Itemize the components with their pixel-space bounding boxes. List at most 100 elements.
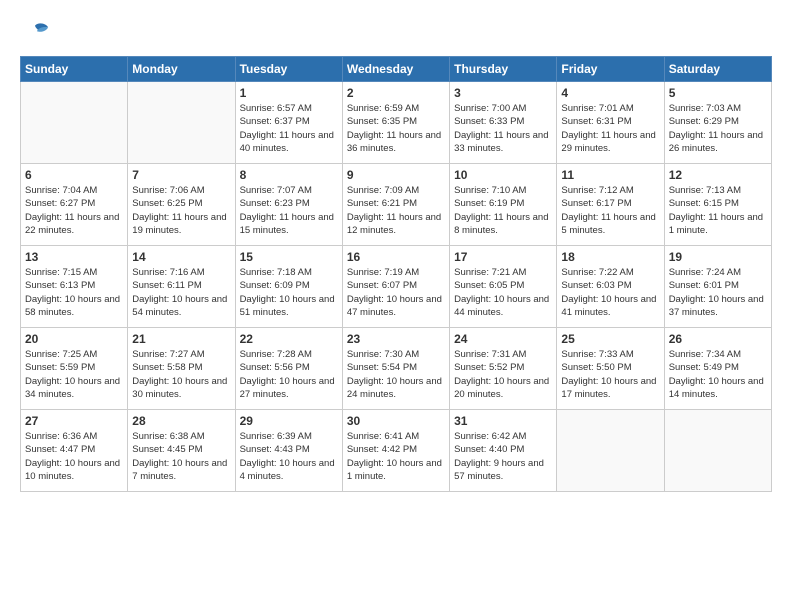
logo [20, 18, 50, 46]
calendar-cell [128, 82, 235, 164]
day-number: 5 [669, 86, 767, 100]
weekday-header-tuesday: Tuesday [235, 57, 342, 82]
day-number: 16 [347, 250, 445, 264]
calendar-cell: 7 Sunrise: 7:06 AM Sunset: 6:25 PM Daylig… [128, 164, 235, 246]
day-info: Sunrise: 7:09 AM Sunset: 6:21 PM Dayligh… [347, 184, 445, 237]
day-info: Sunrise: 6:39 AM Sunset: 4:43 PM Dayligh… [240, 430, 338, 483]
calendar-cell [21, 82, 128, 164]
day-info: Sunrise: 7:07 AM Sunset: 6:23 PM Dayligh… [240, 184, 338, 237]
calendar-cell: 9 Sunrise: 7:09 AM Sunset: 6:21 PM Daylig… [342, 164, 449, 246]
calendar-cell: 16 Sunrise: 7:19 AM Sunset: 6:07 PM Dayli… [342, 246, 449, 328]
calendar-table: SundayMondayTuesdayWednesdayThursdayFrid… [20, 56, 772, 492]
day-info: Sunrise: 7:33 AM Sunset: 5:50 PM Dayligh… [561, 348, 659, 401]
day-info: Sunrise: 7:18 AM Sunset: 6:09 PM Dayligh… [240, 266, 338, 319]
day-info: Sunrise: 6:59 AM Sunset: 6:35 PM Dayligh… [347, 102, 445, 155]
day-info: Sunrise: 7:24 AM Sunset: 6:01 PM Dayligh… [669, 266, 767, 319]
day-number: 30 [347, 414, 445, 428]
weekday-header-saturday: Saturday [664, 57, 771, 82]
day-number: 9 [347, 168, 445, 182]
calendar-cell: 22Sunrise: 7:28 AM Sunset: 5:56 PM Dayli… [235, 328, 342, 410]
calendar-week-2: 6 Sunrise: 7:04 AM Sunset: 6:27 PM Daylig… [21, 164, 772, 246]
calendar-cell: 24 Sunrise: 7:31 AM Sunset: 5:52 PM Dayli… [450, 328, 557, 410]
day-number: 25 [561, 332, 659, 346]
day-number: 28 [132, 414, 230, 428]
day-number: 21 [132, 332, 230, 346]
day-number: 24 [454, 332, 552, 346]
day-info: Sunrise: 7:25 AM Sunset: 5:59 PM Dayligh… [25, 348, 123, 401]
day-info: Sunrise: 7:19 AM Sunset: 6:07 PM Dayligh… [347, 266, 445, 319]
day-info: Sunrise: 7:30 AM Sunset: 5:54 PM Dayligh… [347, 348, 445, 401]
calendar-week-4: 20Sunrise: 7:25 AM Sunset: 5:59 PM Dayli… [21, 328, 772, 410]
day-number: 10 [454, 168, 552, 182]
day-number: 4 [561, 86, 659, 100]
calendar-cell: 29 Sunrise: 6:39 AM Sunset: 4:43 PM Dayli… [235, 410, 342, 492]
page: SundayMondayTuesdayWednesdayThursdayFrid… [0, 0, 792, 612]
calendar-cell: 23 Sunrise: 7:30 AM Sunset: 5:54 PM Dayli… [342, 328, 449, 410]
day-info: Sunrise: 6:41 AM Sunset: 4:42 PM Dayligh… [347, 430, 445, 483]
day-number: 19 [669, 250, 767, 264]
calendar-cell: 27Sunrise: 6:36 AM Sunset: 4:47 PM Dayli… [21, 410, 128, 492]
day-number: 3 [454, 86, 552, 100]
day-info: Sunrise: 6:38 AM Sunset: 4:45 PM Dayligh… [132, 430, 230, 483]
calendar-cell: 25 Sunrise: 7:33 AM Sunset: 5:50 PM Dayli… [557, 328, 664, 410]
day-number: 18 [561, 250, 659, 264]
weekday-header-friday: Friday [557, 57, 664, 82]
calendar-cell: 31Sunrise: 6:42 AM Sunset: 4:40 PM Dayli… [450, 410, 557, 492]
day-info: Sunrise: 7:21 AM Sunset: 6:05 PM Dayligh… [454, 266, 552, 319]
calendar-cell: 26 Sunrise: 7:34 AM Sunset: 5:49 PM Dayli… [664, 328, 771, 410]
day-info: Sunrise: 7:03 AM Sunset: 6:29 PM Dayligh… [669, 102, 767, 155]
day-info: Sunrise: 7:06 AM Sunset: 6:25 PM Dayligh… [132, 184, 230, 237]
day-number: 17 [454, 250, 552, 264]
day-info: Sunrise: 7:10 AM Sunset: 6:19 PM Dayligh… [454, 184, 552, 237]
day-info: Sunrise: 7:16 AM Sunset: 6:11 PM Dayligh… [132, 266, 230, 319]
day-number: 2 [347, 86, 445, 100]
calendar-week-3: 13Sunrise: 7:15 AM Sunset: 6:13 PM Dayli… [21, 246, 772, 328]
day-number: 22 [240, 332, 338, 346]
calendar-cell: 18Sunrise: 7:22 AM Sunset: 6:03 PM Dayli… [557, 246, 664, 328]
calendar-cell [557, 410, 664, 492]
weekday-header-wednesday: Wednesday [342, 57, 449, 82]
day-info: Sunrise: 7:31 AM Sunset: 5:52 PM Dayligh… [454, 348, 552, 401]
day-info: Sunrise: 7:01 AM Sunset: 6:31 PM Dayligh… [561, 102, 659, 155]
day-info: Sunrise: 7:13 AM Sunset: 6:15 PM Dayligh… [669, 184, 767, 237]
calendar-cell: 13Sunrise: 7:15 AM Sunset: 6:13 PM Dayli… [21, 246, 128, 328]
calendar-cell: 20Sunrise: 7:25 AM Sunset: 5:59 PM Dayli… [21, 328, 128, 410]
day-info: Sunrise: 7:27 AM Sunset: 5:58 PM Dayligh… [132, 348, 230, 401]
day-number: 27 [25, 414, 123, 428]
calendar-cell: 12 Sunrise: 7:13 AM Sunset: 6:15 PM Dayli… [664, 164, 771, 246]
day-number: 23 [347, 332, 445, 346]
calendar-cell: 14Sunrise: 7:16 AM Sunset: 6:11 PM Dayli… [128, 246, 235, 328]
day-info: Sunrise: 7:12 AM Sunset: 6:17 PM Dayligh… [561, 184, 659, 237]
calendar-week-5: 27Sunrise: 6:36 AM Sunset: 4:47 PM Dayli… [21, 410, 772, 492]
day-number: 7 [132, 168, 230, 182]
calendar-cell: 19 Sunrise: 7:24 AM Sunset: 6:01 PM Dayli… [664, 246, 771, 328]
calendar-cell: 4 Sunrise: 7:01 AM Sunset: 6:31 PM Daylig… [557, 82, 664, 164]
calendar-cell: 11 Sunrise: 7:12 AM Sunset: 6:17 PM Dayli… [557, 164, 664, 246]
day-info: Sunrise: 6:57 AM Sunset: 6:37 PM Dayligh… [240, 102, 338, 155]
header [20, 18, 772, 46]
day-number: 15 [240, 250, 338, 264]
calendar-cell: 21 Sunrise: 7:27 AM Sunset: 5:58 PM Dayli… [128, 328, 235, 410]
day-info: Sunrise: 6:42 AM Sunset: 4:40 PM Dayligh… [454, 430, 552, 483]
day-info: Sunrise: 7:04 AM Sunset: 6:27 PM Dayligh… [25, 184, 123, 237]
day-number: 11 [561, 168, 659, 182]
day-info: Sunrise: 7:34 AM Sunset: 5:49 PM Dayligh… [669, 348, 767, 401]
weekday-header-sunday: Sunday [21, 57, 128, 82]
day-number: 1 [240, 86, 338, 100]
calendar-cell: 5 Sunrise: 7:03 AM Sunset: 6:29 PM Daylig… [664, 82, 771, 164]
day-number: 26 [669, 332, 767, 346]
day-number: 29 [240, 414, 338, 428]
weekday-header-monday: Monday [128, 57, 235, 82]
calendar-cell: 17 Sunrise: 7:21 AM Sunset: 6:05 PM Dayli… [450, 246, 557, 328]
calendar-cell: 3 Sunrise: 7:00 AM Sunset: 6:33 PM Daylig… [450, 82, 557, 164]
calendar-cell: 30 Sunrise: 6:41 AM Sunset: 4:42 PM Dayli… [342, 410, 449, 492]
calendar-cell: 6 Sunrise: 7:04 AM Sunset: 6:27 PM Daylig… [21, 164, 128, 246]
day-number: 12 [669, 168, 767, 182]
calendar-cell: 15 Sunrise: 7:18 AM Sunset: 6:09 PM Dayli… [235, 246, 342, 328]
day-info: Sunrise: 7:00 AM Sunset: 6:33 PM Dayligh… [454, 102, 552, 155]
day-info: Sunrise: 7:15 AM Sunset: 6:13 PM Dayligh… [25, 266, 123, 319]
calendar-cell: 28 Sunrise: 6:38 AM Sunset: 4:45 PM Dayli… [128, 410, 235, 492]
calendar-cell: 8Sunrise: 7:07 AM Sunset: 6:23 PM Daylig… [235, 164, 342, 246]
day-number: 6 [25, 168, 123, 182]
calendar-cell: 10 Sunrise: 7:10 AM Sunset: 6:19 PM Dayli… [450, 164, 557, 246]
